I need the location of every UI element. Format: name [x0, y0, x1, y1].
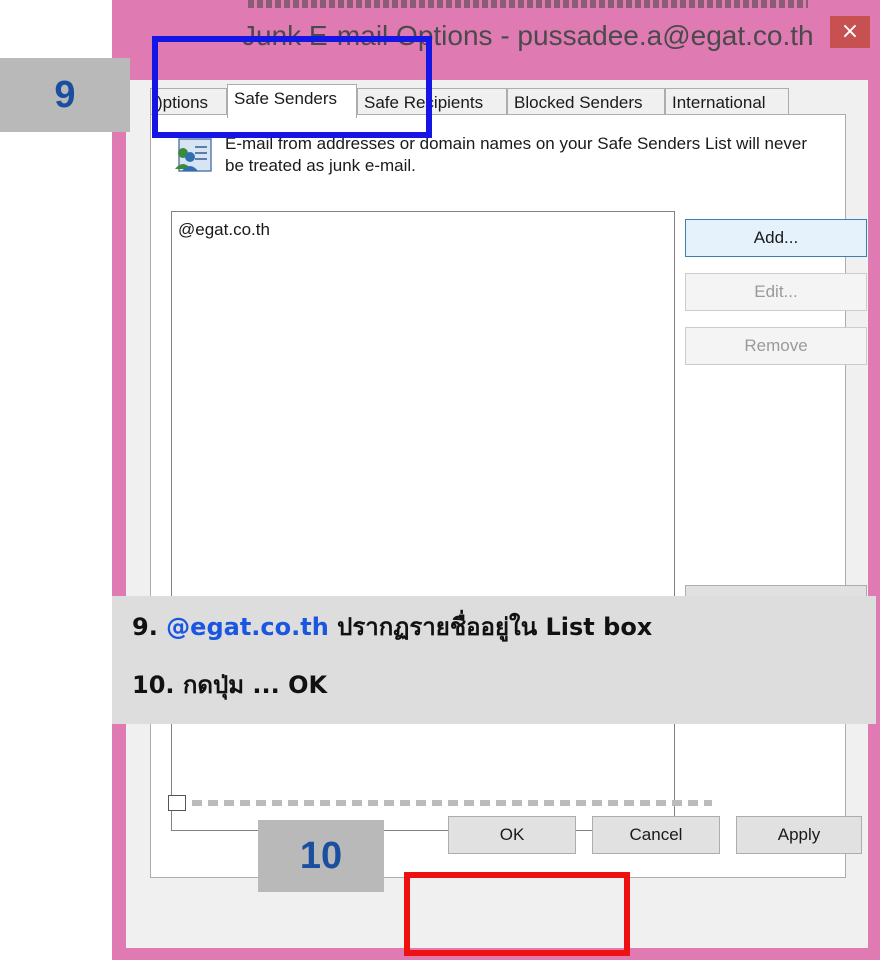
caption-step-9: 9. @egat.co.th ปรากฏรายชื่ออยู่ใน List b…	[132, 613, 653, 641]
ok-button[interactable]: OK	[448, 816, 576, 854]
remove-button[interactable]: Remove	[685, 327, 867, 365]
caption-domain: @egat.co.th	[166, 613, 329, 641]
obscured-background-text	[248, 0, 808, 8]
address-book-icon	[171, 133, 215, 177]
cancel-button[interactable]: Cancel	[592, 816, 720, 854]
list-item[interactable]: @egat.co.th	[172, 212, 674, 248]
ok-button-highlight	[404, 872, 630, 956]
safe-senders-description: E-mail from addresses or domain names on…	[225, 134, 808, 175]
safe-senders-list[interactable]: @egat.co.th	[171, 211, 675, 831]
step-10-badge: 10	[258, 820, 384, 892]
dialog-client-area: )ptions Safe Senders Safe Recipients Blo…	[126, 80, 868, 948]
safe-senders-tab-page: E-mail from addresses or domain names on…	[150, 114, 867, 878]
close-button[interactable]: ×	[830, 16, 870, 48]
tab-safe-senders[interactable]: Safe Senders	[227, 84, 357, 118]
apply-button[interactable]: Apply	[736, 816, 862, 854]
add-button[interactable]: Add...	[685, 219, 867, 257]
step-9-badge: 9	[0, 58, 130, 132]
instruction-caption: 9. @egat.co.th ปรากฏรายชื่ออยู่ใน List b…	[112, 596, 876, 724]
caption-step-10: 10. กดปุ่ม ... OK	[132, 671, 328, 699]
edit-button[interactable]: Edit...	[685, 273, 867, 311]
tab-international[interactable]: International	[665, 88, 789, 117]
tab-blocked-senders[interactable]: Blocked Senders	[507, 88, 665, 117]
checkbox[interactable]	[168, 795, 186, 811]
checkbox-label-obscured	[192, 800, 712, 806]
junk-email-options-window: Junk E-mail Options - pussadee.a@egat.co…	[112, 0, 880, 960]
